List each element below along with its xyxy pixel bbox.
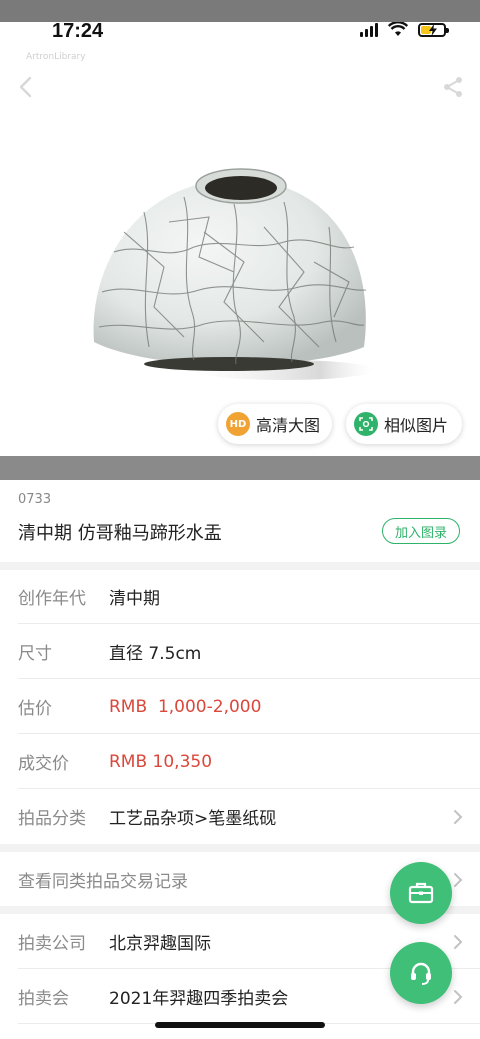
chevron-right-icon <box>454 809 463 824</box>
hd-image-label: 高清大图 <box>256 416 321 435</box>
wifi-icon <box>388 22 408 36</box>
hd-image-button[interactable]: HD 高清大图 <box>218 404 332 444</box>
hammer-price-value: RMB 10,350 <box>109 751 213 772</box>
detail-label: 拍卖公司 <box>18 934 86 954</box>
detail-label: 尺寸 <box>18 644 52 664</box>
detail-value: 清中期 <box>109 589 160 609</box>
image-bottom-band <box>0 456 480 480</box>
signal-icon <box>360 22 378 37</box>
status-time: 17:24 <box>52 20 104 42</box>
similar-images-label: 相似图片 <box>384 416 449 435</box>
detail-label: 拍卖会 <box>18 989 69 1009</box>
briefcase-icon <box>408 882 434 904</box>
status-icons <box>360 22 449 37</box>
detail-label: 成交价 <box>18 754 69 774</box>
auction-session-value: 2021年羿趣四季拍卖会 <box>109 989 289 1009</box>
estimate-value: RMB 1,000-2,000 <box>109 696 262 717</box>
detail-row-size: 尺寸 直径 7.5cm <box>0 624 480 679</box>
detail-value: 直径 7.5cm <box>109 644 202 664</box>
detail-row-estimate: 估价 RMB 1,000-2,000 <box>0 679 480 734</box>
section-divider <box>0 844 480 852</box>
watermark: ArtronLibrary <box>26 52 86 62</box>
chevron-right-icon <box>454 934 463 949</box>
similar-records-label: 查看同类拍品交易记录 <box>18 872 188 892</box>
customer-service-fab-button[interactable] <box>390 942 452 1004</box>
chevron-right-icon <box>454 989 463 1004</box>
status-bar: 17:24 <box>0 0 480 52</box>
lot-title: 清中期 仿哥釉马蹄形水盂 <box>18 523 222 544</box>
briefcase-fab-button[interactable] <box>390 862 452 924</box>
home-indicator <box>155 1022 325 1028</box>
hero-image[interactable]: ArtronLibrary HD 高清大图 相似图片 <box>0 52 480 456</box>
image-search-icon <box>354 412 378 436</box>
detail-row-era: 创作年代 清中期 <box>0 569 480 624</box>
back-icon[interactable] <box>14 74 40 100</box>
detail-label: 拍品分类 <box>18 809 86 829</box>
share-icon[interactable] <box>440 74 466 100</box>
auction-company-value: 北京羿趣国际 <box>109 934 211 954</box>
detail-label: 估价 <box>18 699 52 719</box>
hd-icon: HD <box>226 412 250 436</box>
add-to-catalog-button[interactable]: 加入图录 <box>382 518 460 544</box>
battery-icon <box>418 22 449 37</box>
similar-images-button[interactable]: 相似图片 <box>346 404 462 444</box>
category-value: 工艺品杂项>笔墨纸砚 <box>109 809 277 829</box>
headset-icon <box>411 962 431 985</box>
water-pot-image <box>93 168 374 380</box>
detail-row-hammer-price: 成交价 RMB 10,350 <box>0 734 480 789</box>
detail-label: 创作年代 <box>18 589 86 609</box>
lot-number: 0733 <box>18 492 52 507</box>
detail-row-category[interactable]: 拍品分类 工艺品杂项>笔墨纸砚 <box>0 789 480 844</box>
chevron-right-icon <box>454 872 463 887</box>
